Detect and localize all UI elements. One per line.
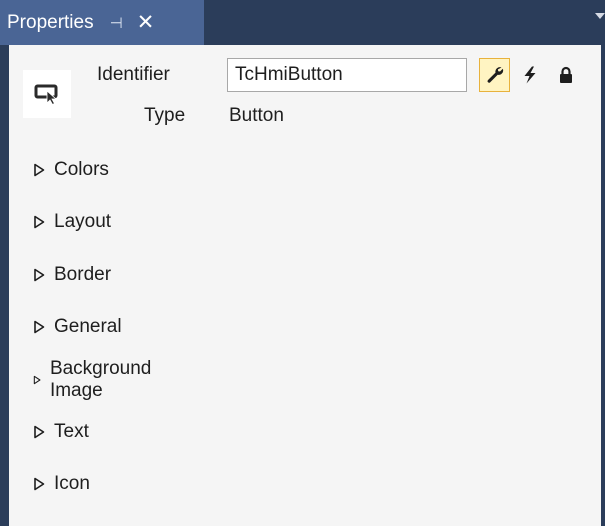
expand-arrow-icon (33, 375, 41, 385)
tab-properties[interactable]: Properties ⊣ ✕ (0, 0, 204, 45)
category-text[interactable]: Text (33, 419, 89, 445)
expand-arrow-icon (34, 425, 45, 439)
window-frame-right (601, 45, 605, 526)
properties-view-button[interactable] (479, 58, 510, 92)
category-label: Colors (54, 159, 109, 180)
category-label: Text (54, 421, 89, 442)
pin-icon[interactable]: ⊣ (110, 14, 123, 32)
expand-arrow-icon (34, 268, 45, 282)
button-control-icon (23, 70, 71, 118)
expand-arrow-icon (34, 477, 45, 491)
wrench-icon (487, 67, 503, 83)
type-label: Type (144, 105, 186, 126)
lightning-icon (524, 66, 535, 84)
category-label: General (54, 316, 122, 337)
category-label: Layout (54, 211, 112, 232)
expand-arrow-icon (34, 163, 45, 177)
lock-icon (559, 66, 572, 83)
category-layout[interactable]: Layout (33, 209, 111, 235)
category-general[interactable]: General (33, 314, 122, 340)
events-view-button[interactable] (514, 58, 545, 92)
window-dropdown-icon[interactable] (595, 13, 605, 19)
type-value: Button (229, 105, 284, 126)
category-background-image[interactable]: Background Image (33, 358, 155, 401)
properties-panel: Identifier Type Button Colors Layout Borde… (9, 45, 601, 526)
expand-arrow-icon (34, 320, 45, 334)
category-label: Background Image (49, 358, 152, 401)
tab-title: Properties (7, 11, 94, 33)
close-icon[interactable]: ✕ (137, 12, 155, 33)
title-bar: Properties ⊣ ✕ (0, 0, 605, 45)
category-icon[interactable]: Icon (33, 471, 90, 497)
category-label: Icon (54, 473, 90, 494)
category-label: Border (54, 264, 112, 285)
expand-arrow-icon (34, 215, 45, 229)
identifier-label: Identifier (97, 64, 170, 85)
identifier-input[interactable] (227, 58, 467, 92)
category-border[interactable]: Border (33, 262, 111, 288)
lock-button[interactable] (550, 58, 581, 92)
window-frame-left (0, 45, 9, 526)
category-colors[interactable]: Colors (33, 157, 109, 183)
